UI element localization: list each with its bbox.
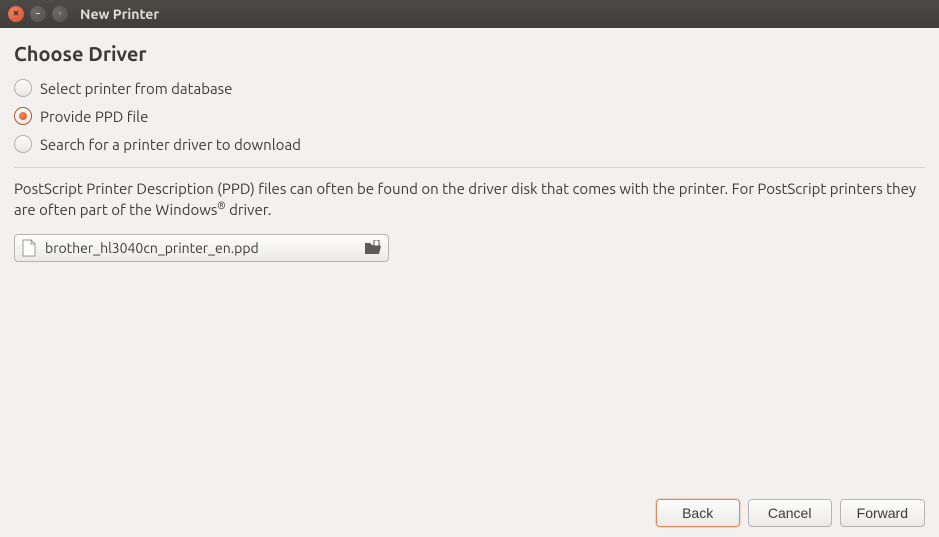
radio-option-search[interactable]: Search for a printer driver to download <box>14 135 925 153</box>
dialog-footer: Back Cancel Forward <box>656 499 925 527</box>
radio-icon <box>14 135 32 153</box>
radio-icon <box>14 107 32 125</box>
window-close-button[interactable]: ✕ <box>8 6 24 22</box>
window-maximize-button[interactable]: ▫ <box>52 6 68 22</box>
radio-icon <box>14 79 32 97</box>
selected-file-name: brother_hl3040cn_printer_en.ppd <box>45 240 356 256</box>
radio-option-ppd[interactable]: Provide PPD file <box>14 107 925 125</box>
ppd-description: PostScript Printer Description (PPD) fil… <box>14 178 925 220</box>
divider <box>14 167 925 168</box>
back-button[interactable]: Back <box>656 499 740 527</box>
ppd-file-chooser[interactable]: brother_hl3040cn_printer_en.ppd <box>14 234 389 262</box>
dialog-content: Choose Driver Select printer from databa… <box>0 28 939 537</box>
window-title: New Printer <box>80 6 159 22</box>
folder-open-icon <box>364 240 382 256</box>
radio-label: Select printer from database <box>40 80 232 97</box>
minimize-icon: – <box>36 10 40 18</box>
forward-button[interactable]: Forward <box>840 499 925 527</box>
close-icon: ✕ <box>13 10 20 18</box>
page-title: Choose Driver <box>14 42 925 65</box>
radio-label: Search for a printer driver to download <box>40 136 301 153</box>
cancel-button[interactable]: Cancel <box>748 499 832 527</box>
radio-option-database[interactable]: Select printer from database <box>14 79 925 97</box>
driver-source-radio-group: Select printer from database Provide PPD… <box>14 79 925 153</box>
radio-label: Provide PPD file <box>40 108 148 125</box>
maximize-icon: ▫ <box>59 10 62 18</box>
window-minimize-button[interactable]: – <box>30 6 46 22</box>
titlebar: ✕ – ▫ New Printer <box>0 0 939 28</box>
file-icon <box>21 239 37 257</box>
